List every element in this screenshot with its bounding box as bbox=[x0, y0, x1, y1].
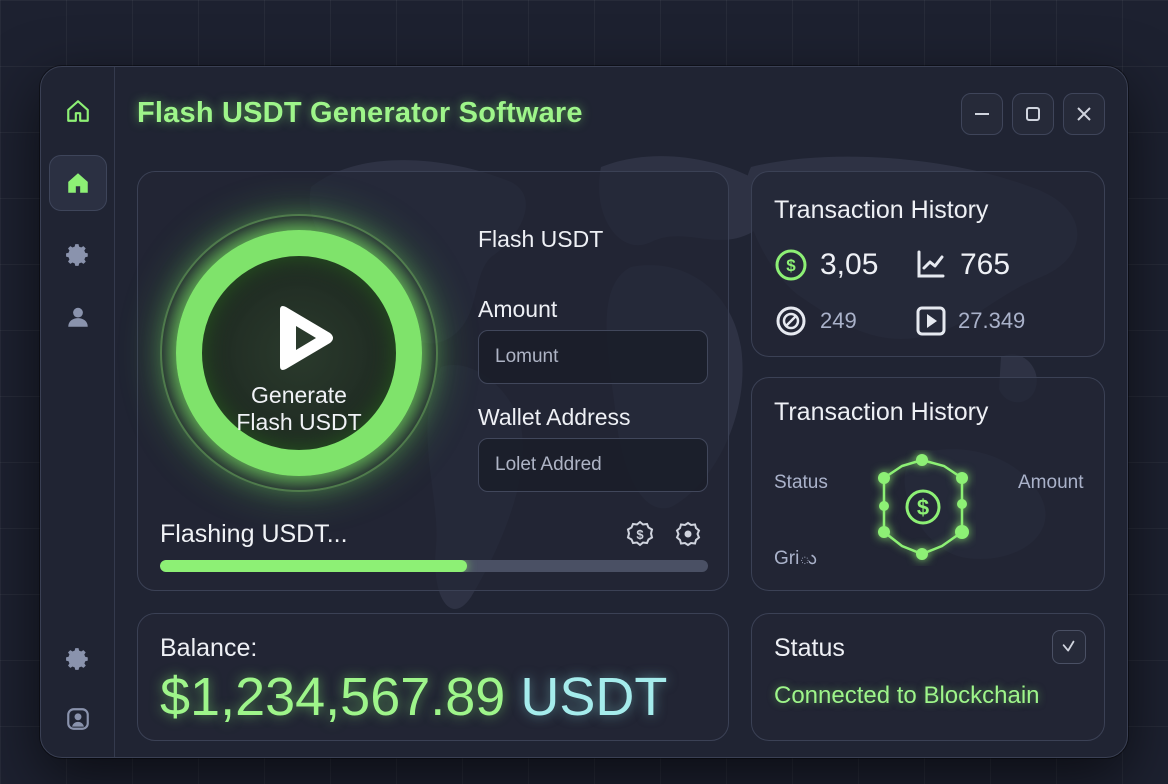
progress-fill bbox=[160, 560, 467, 572]
amount-label: Amount bbox=[478, 296, 558, 322]
balance-label: Balance: bbox=[160, 634, 258, 662]
blocked-icon bbox=[776, 306, 806, 336]
stat-value: 3,05 bbox=[820, 248, 879, 281]
blockchain-network-icon: $ bbox=[878, 454, 969, 560]
minimize-button[interactable] bbox=[961, 93, 1003, 135]
home-outline-icon[interactable] bbox=[49, 83, 107, 139]
user-icon[interactable] bbox=[49, 289, 107, 345]
dollar-badge-icon[interactable]: $ bbox=[626, 520, 654, 548]
status-refresh-button[interactable] bbox=[1052, 630, 1086, 664]
panel-title: Transaction History bbox=[774, 398, 989, 426]
balance-value: $1,234,567.89 USDT bbox=[160, 666, 667, 728]
app-title: Flash USDT Generator Software bbox=[137, 97, 583, 129]
chart-icon bbox=[917, 250, 945, 278]
gear-icon[interactable] bbox=[49, 631, 107, 687]
maximize-icon bbox=[1026, 107, 1040, 121]
app-window: Flash USDT Generator Software Generate F… bbox=[40, 66, 1128, 758]
svg-text:$: $ bbox=[636, 527, 644, 542]
minimize-icon bbox=[975, 113, 989, 115]
svg-text:$: $ bbox=[786, 256, 796, 275]
close-button[interactable] bbox=[1063, 93, 1105, 135]
home-icon[interactable] bbox=[49, 155, 107, 211]
balance-currency: USDT bbox=[520, 667, 668, 727]
panel-title: Transaction History bbox=[774, 196, 989, 224]
maximize-button[interactable] bbox=[1012, 93, 1054, 135]
transaction-network-panel: Transaction History Status Amount Griు $ bbox=[751, 377, 1105, 591]
balance-amount: $1,234,567.89 bbox=[160, 667, 506, 727]
progress-bar bbox=[160, 560, 708, 572]
close-icon bbox=[1077, 107, 1091, 121]
stat-value: 249 bbox=[820, 308, 857, 333]
play-icon bbox=[916, 306, 946, 336]
profile-icon[interactable] bbox=[49, 691, 107, 747]
section-title: Flash USDT bbox=[478, 226, 604, 252]
stat-value: 765 bbox=[960, 248, 1011, 281]
amount-label: Amount bbox=[1018, 472, 1084, 493]
transaction-history-panel: Transaction History $ 3,05 765 249 27.34… bbox=[751, 171, 1105, 357]
status-panel: Status Connected to Blockchain bbox=[751, 613, 1105, 741]
generate-button-label: Generate Flash USDT bbox=[236, 382, 362, 435]
status-title: Status bbox=[774, 634, 845, 662]
balance-panel: Balance: $1,234,567.89 USDT bbox=[137, 613, 729, 741]
svg-text:$: $ bbox=[917, 495, 929, 520]
wallet-address-label: Wallet Address bbox=[478, 404, 631, 430]
generator-panel: Generate Flash USDT Flash USDT Amount Wa… bbox=[137, 171, 729, 591]
flashing-status: Flashing USDT... bbox=[160, 520, 348, 548]
gear-icon[interactable] bbox=[49, 227, 107, 283]
stat-value: 27.349 bbox=[958, 308, 1026, 333]
amount-input[interactable] bbox=[478, 330, 708, 384]
pulse-icon bbox=[1062, 640, 1075, 652]
settings-cog-icon[interactable] bbox=[674, 520, 702, 548]
wallet-address-input[interactable] bbox=[478, 438, 708, 492]
dollar-circle-icon: $ bbox=[775, 249, 807, 281]
sidebar bbox=[41, 67, 115, 757]
status-label: Status bbox=[774, 472, 828, 493]
grid-label: Griు bbox=[774, 548, 817, 569]
connection-status: Connected to Blockchain bbox=[774, 682, 1040, 709]
play-icon bbox=[280, 306, 333, 370]
